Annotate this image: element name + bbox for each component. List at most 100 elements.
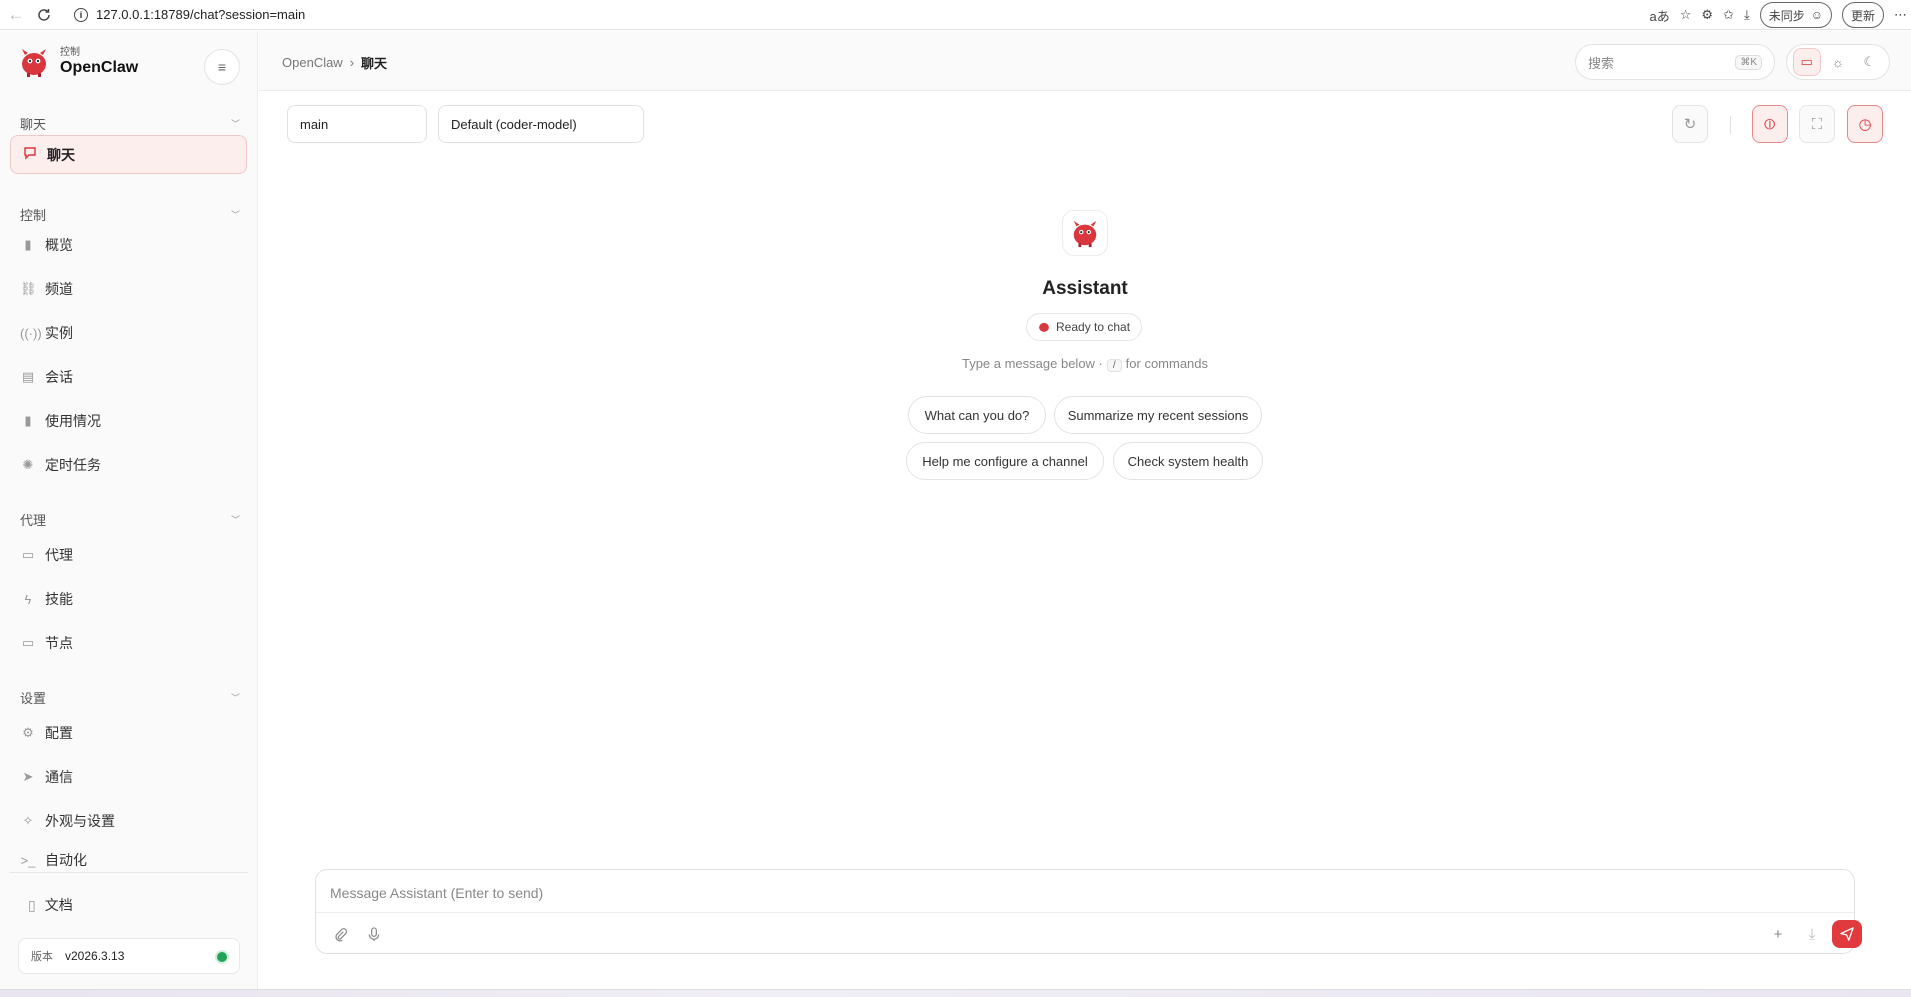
chat-bubble-icon [22, 146, 38, 163]
more-menu-icon[interactable]: ⋯ [1894, 7, 1907, 23]
chevron-down-icon: ﹀ [230, 210, 240, 220]
sidebar-item-config[interactable]: ⚙ 配置 [20, 717, 245, 749]
gear-icon: ⚙ [22, 725, 34, 740]
version-label: 版本 [31, 951, 53, 963]
theme-switcher: ▭ ☼ ☾ [1786, 44, 1890, 80]
refresh-icon: ↻ [1683, 116, 1697, 133]
sidebar-toggle-button[interactable]: ≡ [204, 49, 240, 85]
command-hint: Type a message below · / for commands [865, 356, 1305, 372]
microphone-icon[interactable] [362, 922, 386, 946]
brand[interactable]: 控制 OpenClaw [18, 46, 138, 78]
attach-icon[interactable] [328, 922, 352, 946]
sidebar-item-usage[interactable]: ▮ 使用情况 [20, 405, 245, 437]
reload-icon[interactable] [30, 1, 58, 29]
book-icon: ▯ [28, 896, 36, 913]
assistant-name: Assistant [1042, 278, 1128, 299]
system-theme-button[interactable]: ▭ [1792, 48, 1821, 76]
sidebar-item-overview[interactable]: ▮ 概览 [20, 229, 245, 261]
dark-theme-button[interactable]: ☾ [1855, 48, 1883, 76]
site-info-icon[interactable]: i [74, 7, 88, 22]
refresh-button[interactable]: ↻ [1672, 105, 1708, 143]
sidebar-item-nodes[interactable]: ▭ 节点 [20, 627, 245, 659]
sparkle-icon: ✧ [22, 813, 34, 828]
sidebar-item-chat[interactable]: 聊天 [10, 135, 247, 174]
menu-icon: ≡ [217, 59, 227, 75]
folder-icon: ▭ [21, 547, 35, 562]
sidebar-item-sessions[interactable]: ▤ 会话 [20, 361, 245, 393]
thinking-toggle-button[interactable]: ⦶ [1752, 105, 1788, 143]
document-icon: ▤ [21, 369, 35, 384]
suggestion-chip[interactable]: Help me configure a channel [906, 442, 1104, 480]
message-input[interactable] [330, 880, 1830, 906]
send-icon: ➤ [22, 769, 34, 784]
chevron-down-icon: ﹀ [230, 119, 240, 129]
session-select[interactable]: main [287, 105, 427, 143]
section-control[interactable]: 控制 ﹀ [20, 205, 240, 224]
sidebar-item-label: 节点 [45, 635, 73, 651]
brand-title: OpenClaw [60, 59, 139, 76]
download-icon[interactable]: ⤓ [1800, 922, 1824, 946]
search-placeholder: 搜索 [1588, 55, 1615, 71]
sidebar-item-instances[interactable]: ((·)) 实例 [20, 317, 245, 349]
brain-icon: ⦶ [1764, 115, 1776, 133]
model-select[interactable]: Default (coder-model) [438, 105, 644, 143]
monitor-icon: ▭ [21, 635, 35, 650]
search-shortcut: ⌘K [1735, 54, 1762, 70]
send-icon [1840, 927, 1854, 941]
assistant-avatar [1062, 210, 1108, 256]
online-status-dot [217, 952, 227, 962]
suggestion-chip[interactable]: What can you do? [908, 396, 1046, 434]
sidebar-item-label: 通信 [45, 769, 73, 785]
sidebar: 控制 OpenClaw ≡ 聊天 ﹀ 聊天 控制 ﹀ ▮ 概览 ⛓ 频道 ((·… [0, 31, 258, 989]
chevron-down-icon: ﹀ [230, 693, 240, 703]
clock-icon: ◷ [1858, 116, 1872, 133]
hint-before: Type a message below · [961, 356, 1103, 371]
sidebar-item-label: 使用情况 [45, 413, 101, 429]
sidebar-item-skills[interactable]: ϟ 技能 [20, 583, 245, 615]
taskbar-strip [0, 989, 1911, 997]
profile-icon: ☺ [1810, 8, 1823, 22]
section-agent[interactable]: 代理 ﹀ [20, 510, 240, 529]
section-settings[interactable]: 设置 ﹀ [20, 688, 240, 707]
send-button[interactable] [1832, 920, 1862, 948]
address-bar[interactable]: i 127.0.0.1:18789/chat?session=main [66, 2, 1626, 28]
downloads-icon[interactable]: ⤓ [1744, 7, 1750, 23]
read-aloud-icon[interactable]: aあ [1650, 6, 1670, 25]
section-chat[interactable]: 聊天 ﹀ [20, 114, 240, 133]
sidebar-item-agents[interactable]: ▭ 代理 [20, 539, 245, 571]
back-icon[interactable]: ← [2, 1, 30, 29]
suggestion-chip[interactable]: Summarize my recent sessions [1054, 396, 1262, 434]
suggestion-chip[interactable]: Check system health [1113, 442, 1263, 480]
breadcrumb: OpenClaw › 聊天 [282, 53, 387, 72]
sidebar-item-appearance[interactable]: ✧ 外观与设置 [20, 805, 245, 837]
light-theme-button[interactable]: ☼ [1824, 48, 1852, 76]
plus-icon[interactable]: + [1766, 922, 1790, 946]
message-composer: + ⤓ [315, 869, 1862, 954]
sidebar-item-label: 定时任务 [45, 457, 101, 473]
favorites-icon[interactable]: ✩ [1723, 7, 1734, 23]
sidebar-item-label: 频道 [45, 281, 73, 297]
sidebar-item-comm[interactable]: ➤ 通信 [20, 761, 245, 793]
openclaw-logo-icon [22, 49, 46, 77]
favorite-star-icon[interactable]: ☆ [1680, 7, 1692, 23]
search-input[interactable]: 搜索 ⌘K [1575, 44, 1775, 80]
sidebar-item-label: 配置 [45, 725, 73, 741]
focus-mode-button[interactable]: ⛶ [1799, 105, 1835, 143]
breadcrumb-current: 聊天 [361, 56, 388, 71]
section-chat-label: 聊天 [20, 117, 47, 132]
extensions-icon[interactable]: ⚙ [1701, 7, 1713, 23]
history-button[interactable]: ◷ [1847, 105, 1883, 143]
sync-button[interactable]: 未同步 ☺ [1759, 2, 1832, 28]
update-button[interactable]: 更新 [1841, 2, 1884, 28]
hint-after: for commands [1125, 356, 1209, 371]
sidebar-item-cron[interactable]: ✺ 定时任务 [20, 449, 245, 481]
update-label: 更新 [1850, 8, 1875, 23]
section-control-label: 控制 [20, 208, 47, 223]
sidebar-item-label: 实例 [45, 325, 73, 341]
sidebar-item-docs[interactable]: ▯ 文档 [28, 895, 73, 915]
breadcrumb-root[interactable]: OpenClaw [282, 55, 343, 70]
sun-icon: ☼ [1832, 54, 1844, 70]
openclaw-logo-icon [1039, 322, 1049, 332]
sidebar-item-channels[interactable]: ⛓ 频道 [20, 273, 245, 305]
sidebar-item-automation[interactable]: >_ 自动化 [20, 849, 245, 871]
